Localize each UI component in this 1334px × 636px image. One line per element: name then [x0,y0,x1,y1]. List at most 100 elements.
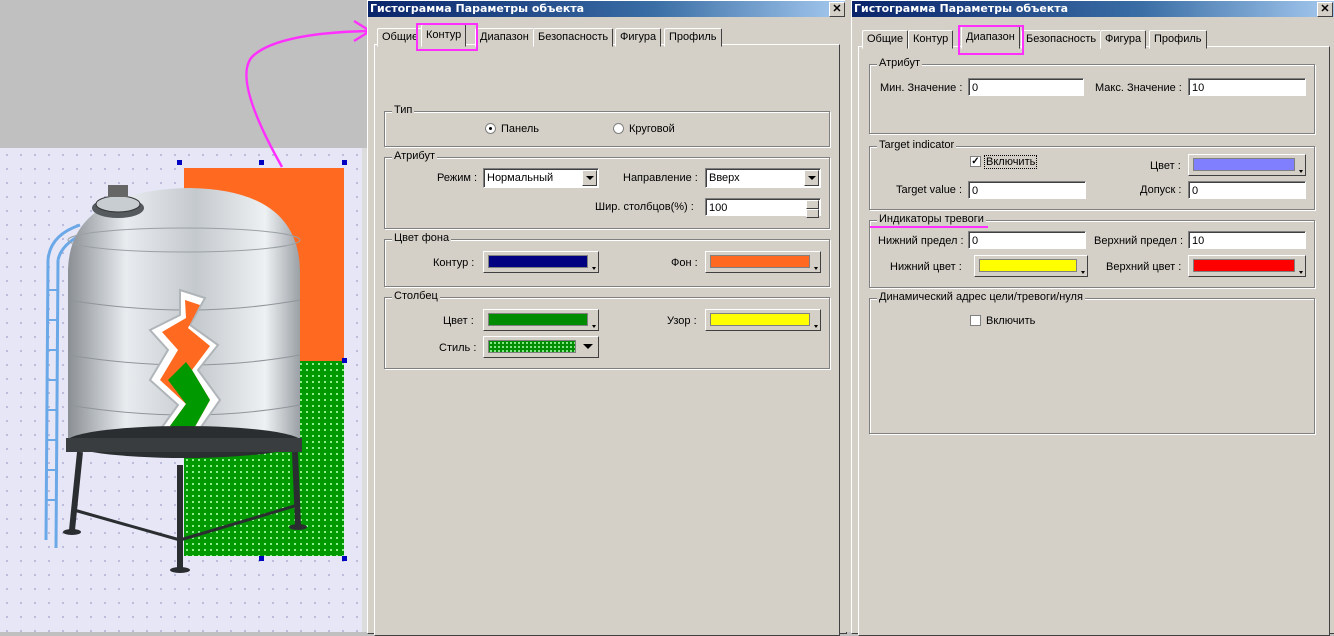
close-icon[interactable]: ✕ [1317,2,1333,17]
target-value-input[interactable]: 0 [968,181,1086,199]
color-swatch [1193,158,1295,171]
attribute-group: Атрибут Режим : Нормальный Направление :… [384,150,830,229]
dynamic-address-group: Динамический адрес цели/тревоги/нуля Вкл… [869,291,1315,434]
tab-contour[interactable]: Контур [908,30,954,49]
group-label: Динамический адрес цели/тревоги/нуля [877,291,1085,303]
panel-radio-label[interactable]: Панель [501,123,539,135]
tab-range[interactable]: Диапазон [475,28,534,47]
color-swatch [488,255,588,268]
group-label: Индикаторы тревоги [877,213,986,225]
high-color-button[interactable] [1188,255,1306,277]
group-label: Тип [392,104,415,116]
color-swatch [979,259,1077,272]
chevron-down-icon[interactable] [804,170,819,186]
group-label: Цвет фона [392,232,452,244]
chevron-down-icon [814,325,818,328]
type-group: Тип Панель Круговой [384,104,830,147]
width-label: Шир. столбцов(%) : [595,201,694,213]
low-limit-input[interactable]: 0 [968,231,1086,249]
circular-radio-label[interactable]: Круговой [629,123,675,135]
selection-handle[interactable] [342,358,347,363]
tank-icon [44,185,307,573]
dialog-title: Гистограмма Параметры объекта [852,1,1334,17]
contour-color-button[interactable] [483,251,599,273]
style-label: Стиль : [439,342,477,354]
tab-shape[interactable]: Фигура [615,28,662,47]
mode-select[interactable]: Нормальный [483,168,599,188]
max-value-input[interactable]: 10 [1188,78,1306,96]
chevron-down-icon [592,267,596,270]
group-label: Target indicator [877,139,957,151]
direction-select[interactable]: Вверх [705,168,821,188]
column-color-button[interactable] [483,309,599,331]
selection-handle[interactable] [342,556,347,561]
tab-security[interactable]: Безопасность [533,28,614,47]
low-limit-label: Нижний предел : [878,235,964,247]
color-swatch [710,313,810,326]
tab-range[interactable]: Диапазон [961,26,1020,49]
column-color-label: Цвет : [443,315,474,327]
high-limit-label: Верхний предел : [1094,235,1184,247]
style-select[interactable] [483,336,599,358]
tab-profile[interactable]: Профиль [664,28,722,47]
contour-color-label: Контур : [433,257,475,269]
style-swatch [488,340,576,353]
chevron-down-icon [814,267,818,270]
mode-label: Режим : [437,172,478,184]
bg-color-button[interactable] [705,251,821,273]
bg-color-group: Цвет фона Контур : Фон : [384,232,830,287]
target-enable-checkbox[interactable]: ✓ [970,156,981,167]
target-value-label: Target value : [896,184,963,196]
dynamic-enable-label[interactable]: Включить [986,315,1035,327]
chevron-down-icon [1299,271,1303,274]
color-swatch [488,313,588,326]
target-indicator-group: Target indicator ✓ Включить Цвет : Targe… [869,139,1315,210]
color-swatch [710,255,810,268]
chevron-down-icon [592,325,596,328]
low-color-label: Нижний цвет : [890,261,962,273]
tolerance-input[interactable]: 0 [1188,181,1306,199]
chevron-down-icon [1081,271,1085,274]
dialog-contour: Гистограмма Параметры объекта ✕ Общие Ко… [367,0,847,636]
pattern-color-button[interactable] [705,309,821,331]
chevron-down-icon[interactable] [583,344,593,349]
group-label: Столбец [392,290,440,302]
tab-security[interactable]: Безопасность [1021,30,1102,49]
tab-contour[interactable]: Контур [421,24,467,47]
tab-shape[interactable]: Фигура [1100,30,1147,49]
chevron-down-icon[interactable] [582,170,597,186]
annotation-arrow [245,19,373,168]
max-value-label: Макс. Значение : [1095,82,1182,94]
min-value-input[interactable]: 0 [968,78,1084,96]
panel-radio[interactable] [485,123,496,134]
attribute-group: Атрибут Мин. Значение : 0 Макс. Значение… [869,57,1315,134]
dialog-title: Гистограмма Параметры объекта [368,1,846,17]
spin-buttons[interactable] [806,200,819,218]
low-color-button[interactable] [974,255,1088,277]
circular-radio[interactable] [613,123,624,134]
selection-handle[interactable] [177,160,182,165]
target-color-button[interactable] [1188,154,1306,176]
tab-profile[interactable]: Профиль [1149,30,1207,49]
direction-value: Вверх [709,172,740,184]
target-color-label: Цвет : [1150,160,1181,172]
high-limit-input[interactable]: 10 [1188,231,1306,249]
tab-general[interactable]: Общие [377,28,424,47]
chevron-down-icon [1299,170,1303,173]
close-icon[interactable]: ✕ [829,2,845,17]
dialog-range: Гистограмма Параметры объекта ✕ Общие Ко… [851,0,1334,636]
alarm-group: Индикаторы тревоги Нижний предел : 0 Вер… [869,213,1315,288]
group-label: Атрибут [392,150,437,162]
annotation-underline [870,226,988,228]
column-group: Столбец Цвет : Узор : Стиль : [384,290,830,369]
bg-color-label: Фон : [671,257,698,269]
tab-general[interactable]: Общие [862,30,909,49]
high-color-label: Верхний цвет : [1106,261,1182,273]
width-spin-input[interactable]: 100 [705,198,821,218]
tolerance-label: Допуск : [1140,184,1182,196]
color-swatch [1193,259,1295,272]
min-value-label: Мин. Значение : [880,82,963,94]
dynamic-enable-checkbox[interactable] [970,315,981,326]
mode-value: Нормальный [487,172,554,184]
target-enable-label[interactable]: Включить [983,155,1038,169]
